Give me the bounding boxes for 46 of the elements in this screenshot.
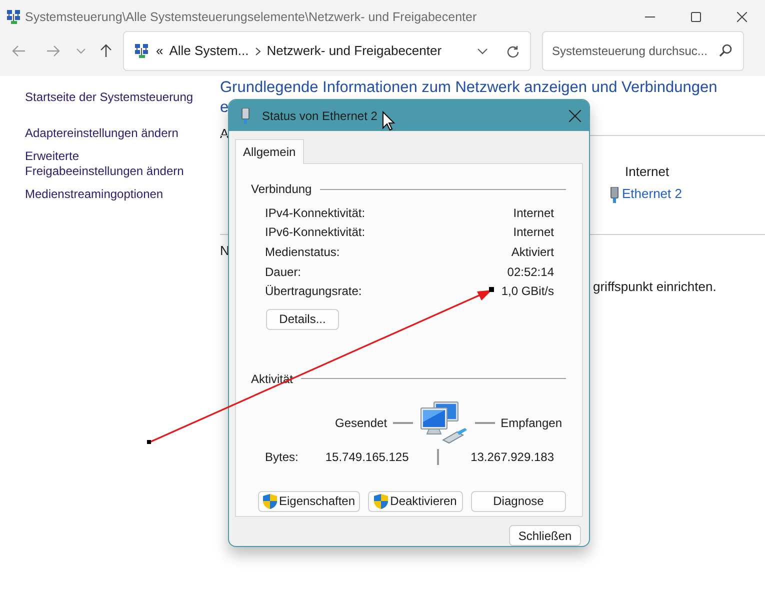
field-value: Aktiviert (511, 244, 554, 261)
field-label: Dauer: (265, 264, 302, 281)
field-value: 1,0 GBit/s (501, 283, 554, 300)
ethernet-icon (610, 184, 619, 203)
field-label: Übertragungsrate: (265, 283, 362, 300)
bytes-sent: 15.749.165.125 (325, 448, 410, 466)
sent-label: Gesendet (335, 414, 388, 432)
field-label: Medienstatus: (265, 244, 340, 261)
bytes-label: Bytes: (265, 448, 298, 466)
connection-link[interactable]: Ethernet 2 (622, 184, 682, 204)
overflow-chevron[interactable]: « (156, 41, 164, 61)
sidebar-link[interactable]: Erweiterte Freigabeeinstellungen ändern (25, 149, 220, 179)
breadcrumb[interactable]: Alle System... (169, 41, 249, 61)
field-label: IPv4-Konnektivität: (265, 204, 366, 222)
sidebar-link[interactable]: Medienstreamingoptionen (25, 187, 220, 202)
sidebar-link[interactable]: Adaptereinstellungen ändern (25, 126, 220, 141)
network-computers-icon (419, 400, 470, 446)
dialog-title: Status von Ethernet 2 (262, 108, 378, 124)
field-label: IPv6-Konnektivität: (265, 224, 366, 242)
description-fragment: griffspunkt einrichten. (593, 278, 716, 296)
bytes-received: 13.267.929.183 (470, 448, 554, 466)
field-value: 02:52:14 (507, 264, 554, 281)
ethernet-icon (241, 106, 250, 124)
cursor-icon (382, 110, 396, 131)
dialog-button[interactable]: Deaktivieren (368, 490, 463, 512)
window-title: Systemsteuerung\Alle Systemsteuerungselemente\Netzwerk- und Freigabecenter (25, 8, 477, 26)
received-label: Empfangen (500, 414, 562, 432)
page-heading-fragment: e (220, 98, 229, 118)
details-button[interactable]: Details... (266, 308, 339, 330)
field-value: Internet (513, 224, 554, 242)
network-type: Internet (624, 162, 670, 180)
dialog-button[interactable]: Eigenschaften (258, 490, 360, 512)
dialog-button[interactable]: Diagnose (471, 490, 566, 512)
search-icon (719, 44, 732, 57)
page-heading: Grundlegende Informationen zum Netzwerk anzeigen und Verbindungen (220, 78, 718, 98)
field-value: Internet (513, 204, 554, 222)
address-bar[interactable]: « Alle System... Netzwerk- und Freigabecenter (123, 31, 531, 71)
group-heading: Aktivität (251, 370, 294, 388)
search-field[interactable]: Systemsteuerung durchsuc... (542, 31, 744, 71)
breadcrumb[interactable]: Netzwerk- und Freigabecenter (266, 41, 442, 61)
group-heading: Verbindung (251, 181, 312, 198)
control-panel-icon (134, 43, 150, 59)
tab[interactable]: Allgemein (235, 139, 304, 164)
sidebar-link[interactable]: Startseite der Systemsteuerung (25, 90, 220, 105)
close-button[interactable]: Schließen (509, 525, 581, 546)
control-panel-icon (6, 9, 22, 25)
